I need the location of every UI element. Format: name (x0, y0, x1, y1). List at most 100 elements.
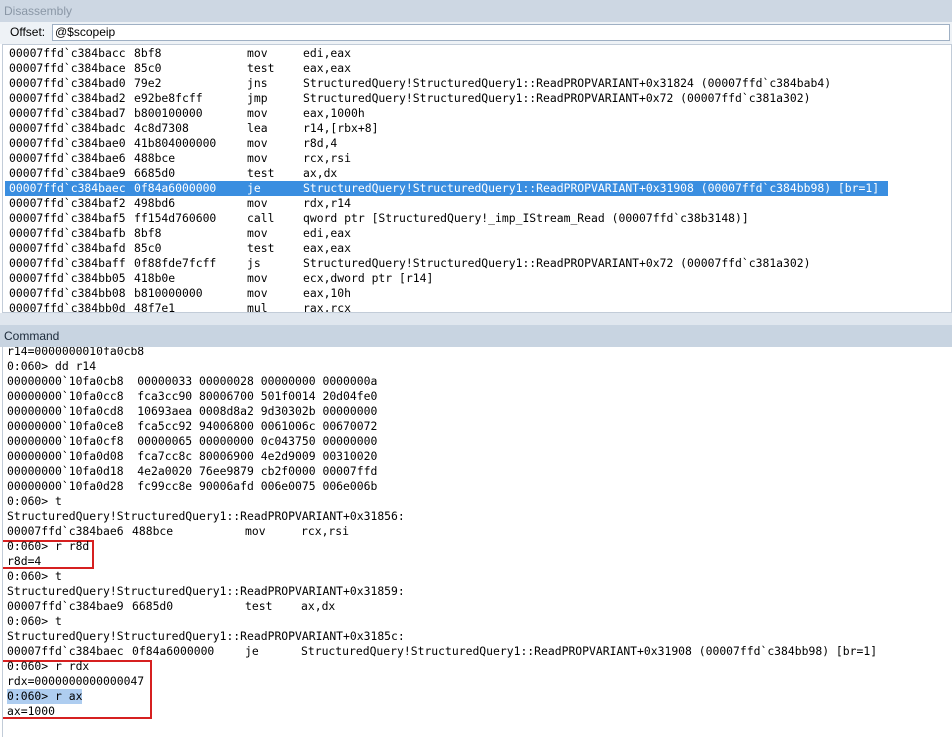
disassembly-window-title: Disassembly (0, 0, 952, 22)
operands: ax,dx (303, 166, 338, 180)
opcode-bytes: 6685d0 (132, 599, 174, 613)
opcode-bytes: 48f7e1 (134, 301, 176, 313)
command-text: 00000000`10fa0cd8 10693aea 0008d8a2 9d30… (7, 404, 378, 418)
address: 00007ffd`c384bacc (9, 46, 126, 60)
address: 00007ffd`c384baec (9, 181, 126, 195)
address: 00007ffd`c384bae0 (9, 136, 126, 150)
opcode-bytes: 488bce (132, 524, 174, 538)
operands: eax,10h (303, 286, 352, 300)
address: 00007ffd`c384badc (9, 121, 126, 135)
address: 00007ffd`c384bae6 (9, 151, 126, 165)
command-text: 00000000`10fa0d28 fc99cc8e 90006afd 006e… (7, 479, 378, 493)
command-text: StructuredQuery!StructuredQuery1::ReadPR… (7, 509, 405, 523)
operands: rcx,rsi (301, 524, 350, 538)
address: 00007ffd`c384bb08 (9, 286, 126, 300)
operands: StructuredQuery!StructuredQuery1::ReadPR… (303, 76, 832, 90)
mnemonic: test (247, 166, 275, 180)
opcode-bytes: 79e2 (134, 76, 162, 90)
opcode-bytes: 488bce (134, 151, 176, 165)
command-text: 0:060> t (7, 614, 62, 628)
address: 00007ffd`c384baff (9, 256, 126, 270)
operands: rdx,r14 (303, 196, 352, 210)
mnemonic: js (247, 256, 261, 270)
operands: ecx,dword ptr [r14] (303, 271, 434, 285)
command-text: r8d=4 (7, 554, 42, 568)
opcode-bytes: b810000000 (134, 286, 203, 300)
command-text: r14=0000000010fa0cb8 (7, 347, 145, 358)
address: 00007ffd`c384bafb (9, 226, 126, 240)
command-text: 00000000`10fa0cb8 00000033 00000028 0000… (7, 374, 378, 388)
mnemonic: test (247, 241, 275, 255)
address: 00007ffd`c384bae9 (7, 599, 124, 613)
mnemonic: mov (247, 271, 268, 285)
opcode-bytes: e92be8fcff (134, 91, 203, 105)
operands: rcx,rsi (303, 151, 352, 165)
operands: eax,eax (303, 241, 352, 255)
operands: eax,eax (303, 61, 352, 75)
mnemonic: mov (247, 226, 268, 240)
command-output[interactable]: r14=0000000010fa0cb8 0:060> dd r14 0000000… (2, 347, 952, 737)
mnemonic: mov (245, 524, 266, 538)
opcode-bytes: 418b0e (134, 271, 176, 285)
operands: StructuredQuery!StructuredQuery1::ReadPR… (301, 644, 878, 658)
mnemonic: jmp (247, 91, 268, 105)
mnemonic: jns (247, 76, 268, 90)
opcode-bytes: 4c8d7308 (134, 121, 189, 135)
opcode-bytes: 85c0 (134, 241, 162, 255)
operands: edi,eax (303, 46, 352, 60)
mnemonic: lea (247, 121, 268, 135)
command-text: 0:060> dd r14 (7, 359, 97, 373)
pane-splitter[interactable] (0, 313, 952, 325)
command-text: 0:060> t (7, 494, 62, 508)
address: 00007ffd`c384baf5 (9, 211, 126, 225)
operands: rax,rcx (303, 301, 352, 313)
mnemonic: je (245, 644, 259, 658)
operands: qword ptr [StructuredQuery!_imp_IStream_… (303, 211, 749, 225)
disassembly-line-selected[interactable]: 00007ffd`c384baec 0f84a6000000 je Structure… (5, 181, 888, 196)
address: 00007ffd`c384bafd (9, 241, 126, 255)
mnemonic: je (247, 181, 261, 195)
operands: StructuredQuery!StructuredQuery1::ReadPR… (303, 91, 811, 105)
opcode-bytes: 0f88fde7fcff (134, 256, 217, 270)
operands: r14,[rbx+8] (303, 121, 379, 135)
address: 00007ffd`c384bae6 (7, 524, 124, 538)
command-text: 0:060> r r8d (7, 539, 90, 553)
operands: StructuredQuery!StructuredQuery1::ReadPR… (303, 181, 880, 195)
mnemonic: mov (247, 196, 268, 210)
offset-input[interactable]: @$scopeip (52, 24, 950, 41)
command-text: 00000000`10fa0cf8 00000065 00000000 0c04… (7, 434, 378, 448)
address: 00007ffd`c384bace (9, 61, 126, 75)
opcode-bytes: 41b804000000 (134, 136, 217, 150)
operands: edi,eax (303, 226, 352, 240)
offset-bar: Offset: @$scopeip (0, 22, 952, 44)
address: 00007ffd`c384bad0 (9, 76, 126, 90)
mnemonic: call (247, 211, 275, 225)
disassembly-listing[interactable]: 00007ffd`c384bacc 8bf8 mov edi,eax 00007ffd`… (2, 44, 952, 313)
command-text: 00000000`10fa0d18 4e2a0020 76ee9879 cb2f… (7, 464, 378, 478)
address: 00007ffd`c384baf2 (9, 196, 126, 210)
mnemonic: mov (247, 136, 268, 150)
command-text: 00000000`10fa0d08 fca7cc8c 80006900 4e2d… (7, 449, 378, 463)
command-text: ax=1000 (7, 704, 56, 718)
offset-label: Offset: (10, 25, 46, 39)
mnemonic: mov (247, 286, 268, 300)
command-window-title: Command (0, 325, 952, 347)
command-text: rdx=0000000000000047 (7, 674, 145, 688)
mnemonic: mov (247, 151, 268, 165)
command-text: 00000000`10fa0ce8 fca5cc92 94006800 0061… (7, 419, 378, 433)
command-text: StructuredQuery!StructuredQuery1::ReadPR… (7, 629, 405, 643)
opcode-bytes: 6685d0 (134, 166, 176, 180)
operands: ax,dx (301, 599, 336, 613)
address: 00007ffd`c384bb05 (9, 271, 126, 285)
command-text: 00000000`10fa0cc8 fca3cc90 80006700 501f… (7, 389, 378, 403)
opcode-bytes: b800100000 (134, 106, 203, 120)
mnemonic: test (247, 61, 275, 75)
address: 00007ffd`c384bae9 (9, 166, 126, 180)
address: 00007ffd`c384baec (7, 644, 124, 658)
opcode-bytes: 0f84a6000000 (132, 644, 215, 658)
mnemonic: test (245, 599, 273, 613)
opcode-bytes: 8bf8 (134, 46, 162, 60)
opcode-bytes: 85c0 (134, 61, 162, 75)
opcode-bytes: 0f84a6000000 (134, 181, 217, 195)
mnemonic: mul (247, 301, 268, 313)
